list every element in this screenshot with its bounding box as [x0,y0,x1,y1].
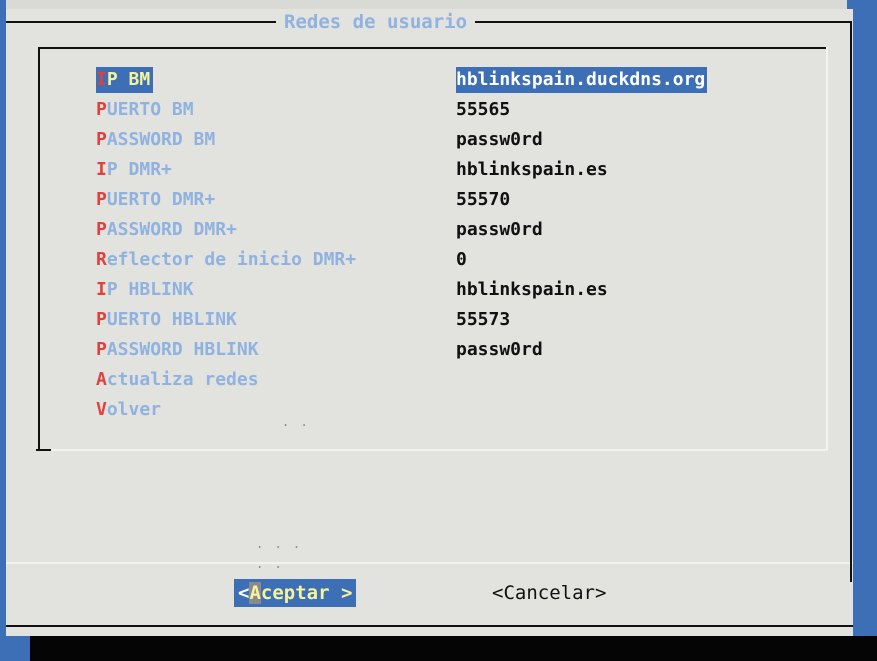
menu-item[interactable]: IP BM hblinkspain.duckdns.org [56,67,796,93]
menu-item-label: Reflector de inicio DMR+ [96,247,356,273]
menu-item[interactable]: PASSWORD HBLINK passw0rd [56,337,796,363]
menu-item-label: Actualiza redes [96,367,259,393]
menu-item-text: P HBLINK [106,279,194,300]
menu-item-text: ASSWORD BM [106,129,216,150]
menu-item-hotkey: P [96,99,107,120]
menu-item[interactable]: IP DMR+ hblinkspain.es [56,157,796,183]
menu-item-value: 0 [456,249,467,270]
menu-item-text: olver [106,399,162,420]
menu-item-hotkey: I [96,279,107,300]
menu-item-hotkey: P [96,129,107,150]
menu-item-text: P DMR+ [106,159,172,180]
accept-open: < [238,582,250,604]
button-separator-right [850,562,852,582]
menu-item-text: UERTO DMR+ [106,189,216,210]
menu-item-text: ASSWORD HBLINK [106,339,259,360]
menu-item-label: PASSWORD DMR+ [96,217,237,243]
menu-item-text: UERTO HBLINK [106,309,237,330]
menu-item-value: 55570 [456,189,511,210]
scroll-dots: . . . [256,537,303,551]
menu-item-hotkey: I [96,69,107,90]
menu-item-label: IP HBLINK [96,277,194,303]
menu-item-text: ctualiza redes [106,369,259,390]
menu-item[interactable]: Reflector de inicio DMR+ 0 [56,247,796,273]
menu-item-label: PUERTO DMR+ [96,187,215,213]
accept-button[interactable]: <Aceptar > [234,579,357,607]
menu-item-label: PUERTO BM [96,97,194,123]
button-separator [6,562,853,564]
menu-item[interactable]: PASSWORD BM passw0rd [56,127,796,153]
menu-item-value: hblinkspain.duckdns.org [456,67,708,93]
menu-item[interactable]: Volver [56,397,796,423]
menu-item-value: passw0rd [456,129,543,150]
menu-box-top-border [38,47,826,49]
cancel-button[interactable]: <Cancelar> [492,579,606,607]
menu-item-value: hblinkspain.es [456,279,608,300]
accept-hotkey: A [249,582,261,604]
menu-item-text: UERTO BM [106,99,194,120]
menu-item-hotkey: P [96,309,107,330]
menu-item[interactable]: PUERTO BM 55565 [56,97,796,123]
menu-item-label: PUERTO HBLINK [96,307,237,333]
menu-item-label: PASSWORD HBLINK [96,337,259,363]
menu-item-hotkey: P [96,219,107,240]
menu-item[interactable]: PASSWORD DMR+ passw0rd [56,217,796,243]
background-bottom [0,636,877,661]
dialog-title: Redes de usuario [276,9,476,35]
menu-box-bottom-border [38,449,828,451]
accept-label: ceptar [260,582,330,604]
dialog-right-border [850,21,852,581]
menu-item-hotkey: P [96,339,107,360]
menu-box-right-border [826,47,828,449]
menu-item-value: hblinkspain.es [456,159,608,180]
background-corner [0,636,30,661]
dialog-bottom-border [6,625,853,627]
accept-close: > [329,582,353,604]
menu-item-text: P BM [106,69,151,90]
scroll-dots: . . [282,415,310,429]
menu-item-label: IP BM [96,67,154,93]
scroll-dots: . . [256,557,284,571]
menu-item-label: PASSWORD BM [96,127,215,153]
menu-item-hotkey: I [96,159,107,180]
menu-item-hotkey: P [96,189,107,210]
menu-item-text: ASSWORD DMR+ [106,219,237,240]
menu-item-label: IP DMR+ [96,157,172,183]
menu-item-hotkey: V [96,399,107,420]
menu-item[interactable]: PUERTO HBLINK 55573 [56,307,796,333]
menu-item-label: Volver [96,397,161,423]
menu-item-hotkey: A [96,369,107,390]
menu-item-value: passw0rd [456,339,543,360]
menu-item-value: 55565 [456,99,511,120]
menu-dialog: Redes de usuario IP BM hblinkspain.duckdn… [6,9,853,636]
dialog-left-marker [36,449,51,451]
menu-item[interactable]: IP HBLINK hblinkspain.es [56,277,796,303]
menu-box-left-border [38,47,40,449]
menu-item-value: passw0rd [456,219,543,240]
menu-item-value: 55573 [456,309,511,330]
menu-item-hotkey: R [96,249,107,270]
menu-item-text: eflector de inicio DMR+ [106,249,357,270]
menu-item[interactable]: PUERTO DMR+ 55570 [56,187,796,213]
menu-item[interactable]: Actualiza redes [56,367,796,393]
